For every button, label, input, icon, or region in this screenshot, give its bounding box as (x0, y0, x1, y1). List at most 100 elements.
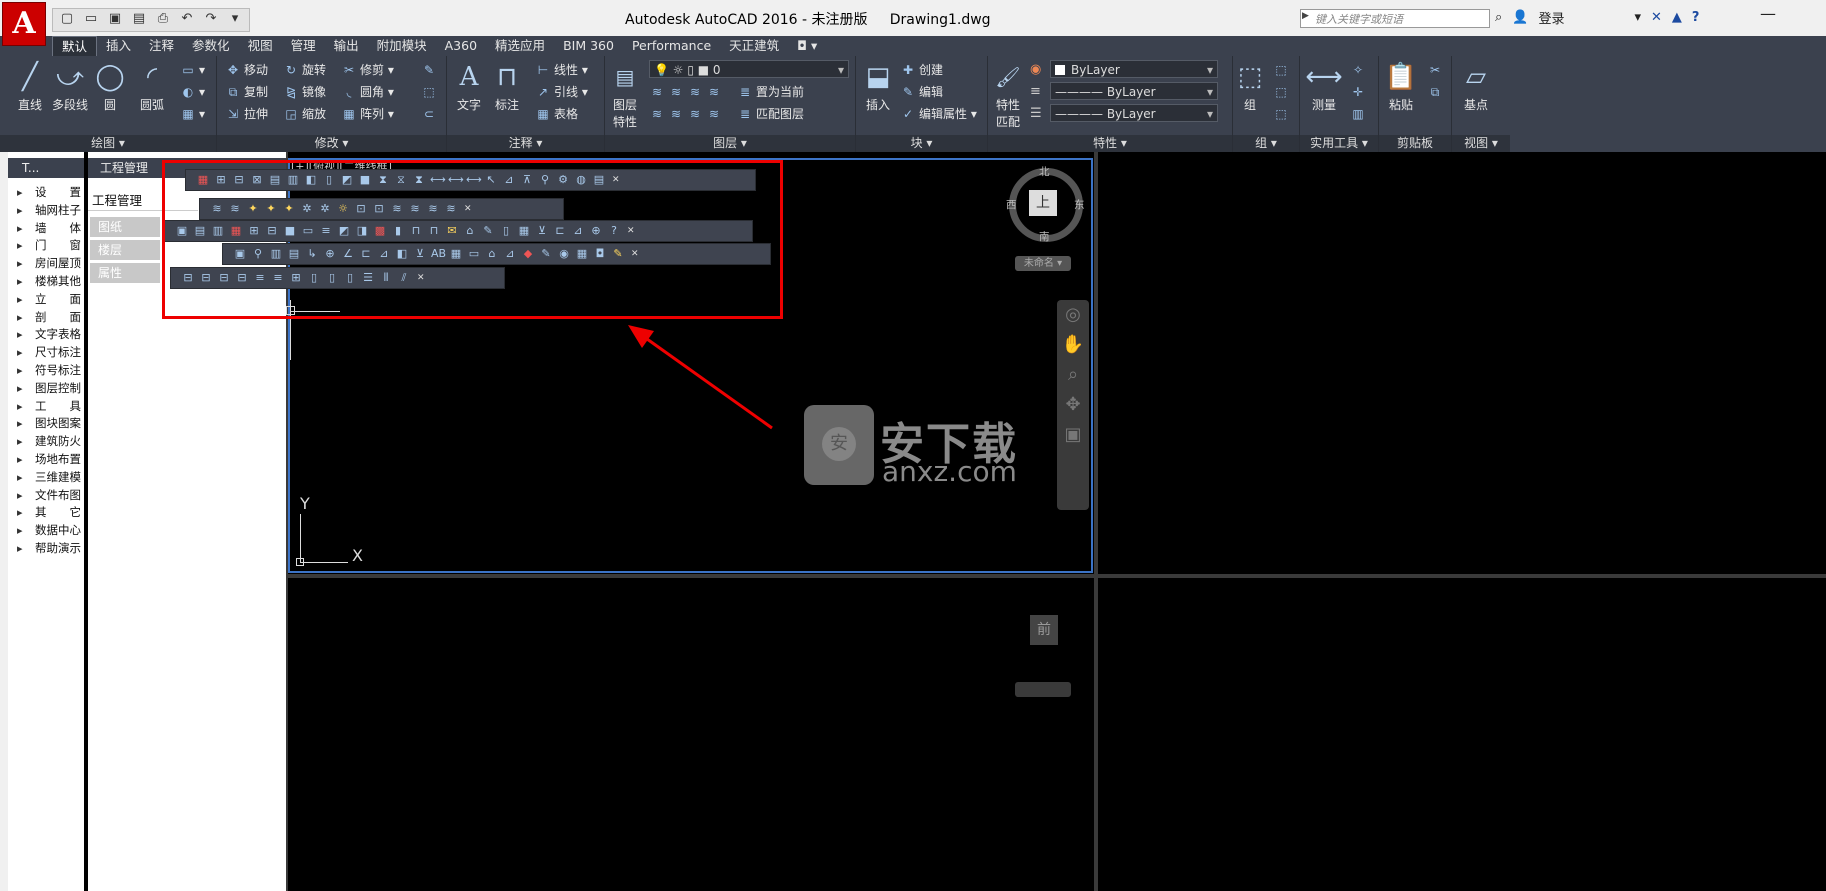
compass-east[interactable]: 东 (1074, 197, 1085, 212)
tab-addins[interactable]: 附加模块 (368, 36, 436, 56)
utilities-panel-title[interactable]: 实用工具 ▾ (1300, 135, 1378, 152)
exchange-icon[interactable]: ✕ (1651, 10, 1662, 25)
trim-button[interactable]: ✂ 修剪 ▾ (341, 60, 394, 80)
tab-manage[interactable]: 管理 (282, 36, 325, 56)
menu-site-layout[interactable]: 场地布置 (8, 451, 84, 469)
menu-rooms-roofs[interactable]: 房间屋顶 (8, 255, 84, 273)
menu-dimensions[interactable]: 尺寸标注 (8, 344, 84, 362)
viewcube-top-face[interactable]: 上 (1029, 190, 1057, 216)
layer-tool-d-icon[interactable]: ≋ (706, 82, 722, 102)
menu-data-center[interactable]: 数据中心 (8, 522, 84, 540)
tab-featured-apps[interactable]: 精选应用 (486, 36, 554, 56)
menu-file-layout[interactable]: 文件布图 (8, 487, 84, 505)
draw-panel-title[interactable]: 绘图 ▾ (0, 135, 216, 152)
tab-annotate[interactable]: 注释 (140, 36, 183, 56)
menu-3d-modeling[interactable]: 三维建模 (8, 469, 84, 487)
menu-elevation[interactable]: 立 面 (8, 291, 84, 309)
array-button[interactable]: ▦ 阵列 ▾ (341, 104, 394, 124)
minimize-icon[interactable]: — (1760, 4, 1776, 23)
text-button[interactable]: A 文字 (451, 60, 487, 113)
copy-button[interactable]: ⧉ 复制 (225, 82, 268, 102)
menu-other[interactable]: 其 它 (8, 504, 84, 522)
lower-wcs-button[interactable] (1015, 682, 1071, 697)
circle-button[interactable]: ◯ 圆 (92, 60, 128, 113)
dimension-button[interactable]: ⊓ 标注 (489, 60, 525, 113)
steering-wheel-icon[interactable]: ◎ (1057, 300, 1089, 330)
binoculars-icon[interactable]: ⌕ (1495, 10, 1502, 25)
open-file-icon[interactable]: ▭ (80, 9, 102, 29)
tab-a360[interactable]: A360 (436, 36, 486, 56)
tab-insert[interactable]: 插入 (97, 36, 140, 56)
properties-panel-title[interactable]: 特性 ▾ (988, 135, 1232, 152)
menu-stairs-other[interactable]: 楼梯其他 (8, 273, 84, 291)
layer-tool-g-icon[interactable]: ≋ (687, 104, 703, 124)
viewport-divider-horizontal[interactable] (288, 574, 1826, 578)
explode-button[interactable]: ⬚ (421, 82, 440, 102)
menu-help-demo[interactable]: 帮助演示 (8, 540, 84, 558)
tab-tangent[interactable]: 天正建筑 (720, 36, 788, 56)
layer-dropdown[interactable]: 💡 ☼ ▯ ■ 0 (649, 60, 849, 79)
move-button[interactable]: ✥ 移动 (225, 60, 268, 80)
tab-view[interactable]: 视图 (239, 36, 282, 56)
ellipse-tool[interactable]: ◐ ▾ (180, 82, 205, 102)
layer-tool-e-icon[interactable]: ≋ (649, 104, 665, 124)
set-current-button[interactable]: ≣ 置为当前 (737, 82, 804, 102)
layer-tool-a-icon[interactable]: ≋ (649, 82, 665, 102)
linear-button[interactable]: ⊢ 线性 ▾ (535, 60, 588, 80)
fillet-button[interactable]: ◟ 圆角 ▾ (341, 82, 394, 102)
quick-select-button[interactable]: ✧ (1350, 60, 1369, 80)
search-expand-icon[interactable]: ▶ (1302, 11, 1309, 21)
hatch-tool[interactable]: ▦ ▾ (180, 104, 205, 124)
calculator-button[interactable]: ▥ (1350, 104, 1369, 124)
tangent-menu-header[interactable]: T... (8, 158, 84, 178)
menu-layer-control[interactable]: 图层控制 (8, 380, 84, 398)
search-input[interactable]: 键入关键字或短语 (1300, 9, 1490, 28)
menu-blocks-patterns[interactable]: 图块图案 (8, 415, 84, 433)
linetype-dropdown[interactable]: ———— ByLayer (1050, 82, 1218, 101)
offset-button[interactable]: ⊂ (421, 104, 440, 124)
save-as-icon[interactable]: ▤ (128, 9, 150, 29)
rectangle-tool[interactable]: ▭ ▾ (180, 60, 205, 80)
layer-tool-c-icon[interactable]: ≋ (687, 82, 703, 102)
copy-clip-button[interactable]: ⧉ (1427, 82, 1446, 102)
menu-walls[interactable]: 墙 体 (8, 220, 84, 238)
line-button[interactable]: ╱ 直线 (10, 60, 50, 113)
a360-icon[interactable]: ▲ (1672, 10, 1682, 25)
qat-menu-icon[interactable]: ▾ (224, 9, 246, 29)
menu-axis-columns[interactable]: 轴网柱子 (8, 202, 84, 220)
group-edit-button[interactable]: ⬚ (1273, 82, 1292, 102)
measure-button[interactable]: ⟷ 测量 (1302, 60, 1346, 113)
login-dropdown-icon[interactable]: ▾ (1634, 10, 1641, 25)
cut-button[interactable]: ✂ (1427, 60, 1446, 80)
lower-viewcube-face[interactable]: 前 (1030, 615, 1058, 645)
color-dropdown[interactable]: ByLayer (1050, 60, 1218, 79)
undo-icon[interactable]: ↶ (176, 9, 198, 29)
save-icon[interactable]: ▣ (104, 9, 126, 29)
tab-bim360[interactable]: BIM 360 (554, 36, 623, 56)
match-layer-button[interactable]: ≣ 匹配图层 (737, 104, 804, 124)
menu-section[interactable]: 剖 面 (8, 309, 84, 327)
menu-text-tables[interactable]: 文字表格 (8, 326, 84, 344)
layer-tool-b-icon[interactable]: ≋ (668, 82, 684, 102)
tab-performance[interactable]: Performance (623, 36, 720, 56)
compass-south[interactable]: 南 (1039, 229, 1050, 244)
tab-default[interactable]: 默认 (52, 36, 98, 56)
tab-attributes[interactable]: 属性 (90, 263, 160, 283)
annotation-panel-title[interactable]: 注释 ▾ (447, 135, 604, 152)
tab-parametric[interactable]: 参数化 (183, 36, 239, 56)
mirror-button[interactable]: ⧎ 镜像 (283, 82, 326, 102)
compass-north[interactable]: 北 (1039, 164, 1050, 179)
stretch-button[interactable]: ⇲ 拉伸 (225, 104, 268, 124)
orbit-icon[interactable]: ✥ (1057, 390, 1089, 420)
arc-button[interactable]: ◜ 圆弧 (132, 60, 172, 113)
app-menu-button[interactable]: A (2, 2, 46, 46)
point-button[interactable]: ✛ (1350, 82, 1369, 102)
ungroup-button[interactable]: ⬚ (1273, 60, 1292, 80)
insert-block-button[interactable]: ⬓ 插入 (858, 60, 898, 113)
tab-drawings[interactable]: 图纸 (90, 217, 160, 237)
edit-attributes-button[interactable]: ✓ 编辑属性 ▾ (900, 104, 977, 124)
compass-west[interactable]: 西 (1006, 197, 1017, 212)
print-icon[interactable]: ⎙ (152, 9, 174, 29)
login-button[interactable]: 登录 (1538, 8, 1564, 27)
menu-doors-windows[interactable]: 门 窗 (8, 237, 84, 255)
